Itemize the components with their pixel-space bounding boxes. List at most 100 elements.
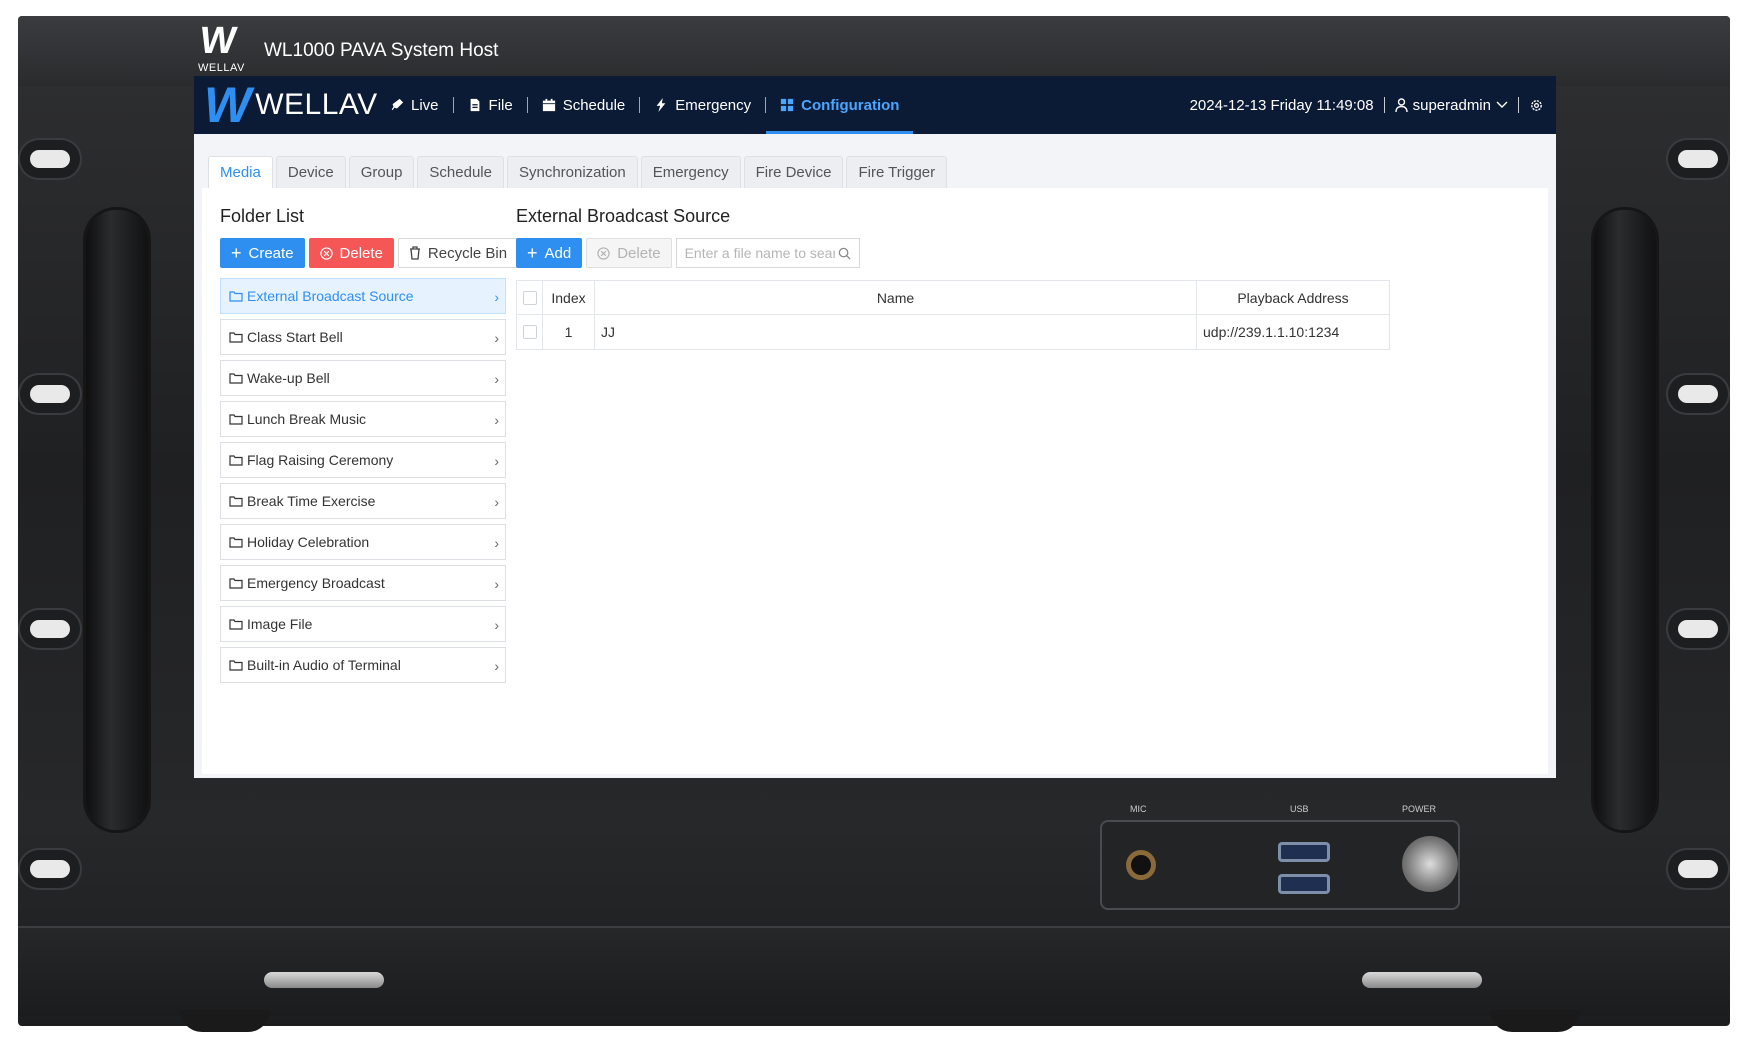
nav-file[interactable]: File <box>454 76 527 134</box>
folder-list: External Broadcast Source › Class Start … <box>220 278 506 688</box>
tab-group[interactable]: Group <box>348 156 415 188</box>
rack-slot <box>1678 620 1718 638</box>
search-input[interactable] <box>684 245 835 261</box>
folder-icon <box>229 619 243 630</box>
rack-slot <box>1678 385 1718 403</box>
nav-configuration[interactable]: Configuration <box>766 76 914 134</box>
folder-item[interactable]: Break Time Exercise › <box>220 483 506 519</box>
tab-fire-device[interactable]: Fire Device <box>743 156 844 188</box>
source-title: External Broadcast Source <box>516 206 731 226</box>
file-search <box>675 238 860 268</box>
rack-slot <box>30 385 70 403</box>
delete-folder-button[interactable]: Delete <box>308 238 394 268</box>
folder-item[interactable]: Flag Raising Ceremony › <box>220 442 506 478</box>
right-handle <box>1594 210 1656 830</box>
folder-icon <box>229 291 243 302</box>
nav-live[interactable]: Live <box>376 76 453 134</box>
plus-icon: + <box>231 243 242 263</box>
datetime: 2024-12-13 Friday 11:49:08 <box>1189 96 1374 114</box>
power-button <box>1402 836 1458 892</box>
folder-item[interactable]: Image File › <box>220 606 506 642</box>
folder-toolbar: + Create Delete Recycle Bin <box>220 238 519 268</box>
power-label: POWER <box>1402 804 1437 814</box>
brand-mark: W <box>204 77 251 133</box>
table-row[interactable]: 1 JJ udp://239.1.1.10:1234 <box>517 315 1389 349</box>
source-toolbar: + Add Delete <box>516 238 860 268</box>
nav-emergency[interactable]: Emergency <box>640 76 765 134</box>
tab-device[interactable]: Device <box>275 156 346 188</box>
folder-icon <box>229 578 243 589</box>
source-table: Index Name Playback Address 1 JJ udp://2… <box>516 280 1390 350</box>
row-checkbox[interactable] <box>522 325 537 339</box>
separator <box>1518 97 1519 113</box>
tab-synchronization[interactable]: Synchronization <box>506 156 638 188</box>
left-handle <box>86 210 148 830</box>
chevron-right-icon: › <box>494 412 499 428</box>
top-navbar: W WELLAV Live File Schedule Emergency Co… <box>194 76 1556 134</box>
device-foot <box>1490 1010 1580 1032</box>
create-folder-button[interactable]: + Create <box>220 238 305 268</box>
file-icon <box>470 98 479 112</box>
gear-icon[interactable] <box>1529 98 1544 113</box>
chevron-down-icon <box>1496 101 1508 108</box>
recycle-bin-button[interactable]: Recycle Bin <box>397 238 519 268</box>
rack-slot <box>30 150 70 168</box>
chevron-right-icon: › <box>494 617 499 633</box>
folder-item[interactable]: Class Start Bell › <box>220 319 506 355</box>
lower-left-handle <box>264 972 384 988</box>
chevron-right-icon: › <box>494 494 499 510</box>
folder-item[interactable]: Lunch Break Music › <box>220 401 506 437</box>
bolt-icon <box>656 98 666 112</box>
wellav-logo-small: W WELLAV <box>197 20 245 74</box>
row-index: 1 <box>543 315 595 349</box>
config-tabs: Media Device Group Schedule Synchronizat… <box>208 156 948 188</box>
user-icon <box>1394 98 1408 112</box>
separator <box>1383 97 1385 113</box>
close-circle-icon <box>597 246 610 260</box>
app-screen: W WELLAV Live File Schedule Emergency Co… <box>194 76 1556 778</box>
folder-item[interactable]: Built-in Audio of Terminal › <box>220 647 506 683</box>
search-icon[interactable] <box>838 247 851 260</box>
add-source-button[interactable]: + Add <box>516 238 583 268</box>
column-playback-address: Playback Address <box>1237 289 1349 306</box>
usb-port-icon <box>1278 842 1330 862</box>
usb-port-icon <box>1278 874 1330 894</box>
folder-icon <box>229 496 243 507</box>
tab-media[interactable]: Media <box>208 156 273 188</box>
mic-label: MIC <box>1130 804 1147 814</box>
device-foot <box>180 1010 270 1032</box>
brand-logo: W WELLAV <box>194 76 377 134</box>
row-address: udp://239.1.1.10:1234 <box>1203 324 1340 340</box>
folder-icon <box>229 373 243 384</box>
tab-emergency[interactable]: Emergency <box>640 156 741 188</box>
column-index: Index <box>543 281 595 314</box>
folder-item[interactable]: Emergency Broadcast › <box>220 565 506 601</box>
nav-schedule[interactable]: Schedule <box>528 76 640 134</box>
folder-icon <box>229 414 243 425</box>
rocket-icon <box>391 98 404 111</box>
tab-schedule[interactable]: Schedule <box>417 156 504 188</box>
folder-icon <box>229 455 243 466</box>
user-menu[interactable]: superadmin <box>1394 97 1508 114</box>
delete-source-button[interactable]: Delete <box>586 238 672 268</box>
column-name: Name <box>595 281 1197 314</box>
chevron-right-icon: › <box>494 453 499 469</box>
table-header: Index Name Playback Address <box>517 281 1389 315</box>
folder-item[interactable]: External Broadcast Source › <box>220 278 506 314</box>
select-all-checkbox[interactable] <box>522 290 537 305</box>
row-name: JJ <box>595 315 1197 349</box>
folder-item[interactable]: Wake-up Bell › <box>220 360 506 396</box>
media-panel: Folder List + Create Delete Recycle Bin … <box>202 188 1548 774</box>
chevron-right-icon: › <box>494 371 499 387</box>
io-panel: MIC USB POWER <box>1100 804 1460 910</box>
folder-item[interactable]: Holiday Celebration › <box>220 524 506 560</box>
tab-fire-trigger[interactable]: Fire Trigger <box>846 156 948 188</box>
lower-right-handle <box>1362 972 1482 988</box>
chevron-right-icon: › <box>494 535 499 551</box>
chevron-right-icon: › <box>494 658 499 674</box>
rack-slot <box>1678 860 1718 878</box>
calendar-icon <box>542 98 555 112</box>
chevron-right-icon: › <box>494 289 499 305</box>
brand-text: WELLAV <box>255 88 378 121</box>
folder-icon <box>229 537 243 548</box>
